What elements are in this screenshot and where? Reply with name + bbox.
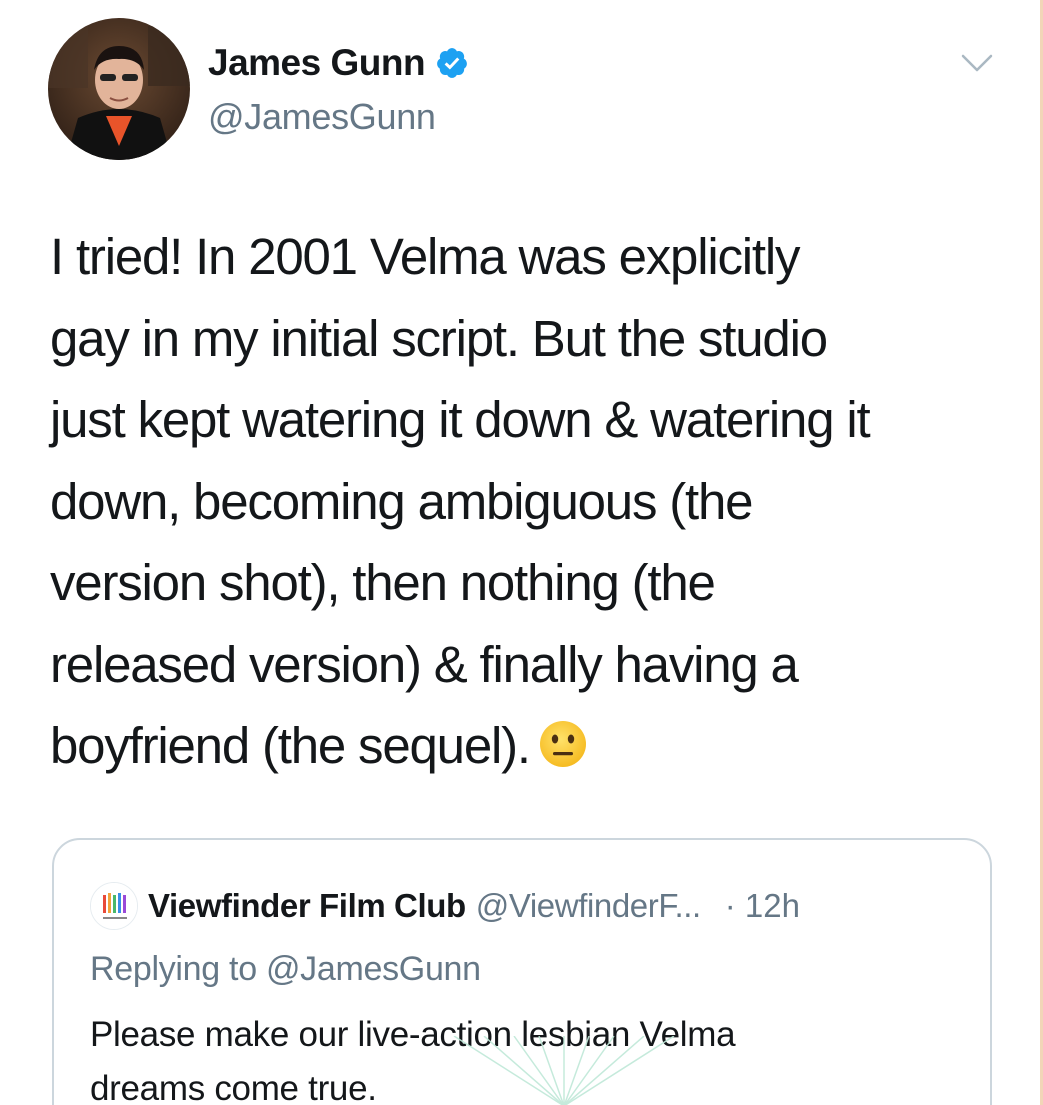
quoted-tweet-header: Viewfinder Film Club @ViewfinderF... · 1… xyxy=(90,882,800,930)
replying-to-label: Replying to @JamesGunn xyxy=(90,950,481,988)
verified-badge-icon xyxy=(435,46,469,80)
quoted-timestamp[interactable]: · 12h xyxy=(725,887,800,925)
tweet-text: I tried! In 2001 Velma was explicitly ga… xyxy=(50,216,1035,787)
author-name-row: James Gunn xyxy=(208,42,469,84)
quoted-display-name[interactable]: Viewfinder Film Club xyxy=(148,887,466,925)
neutral-face-emoji-icon xyxy=(538,711,588,767)
tweet-card: James Gunn @JamesGunn I tried! In 2001 V… xyxy=(0,0,1040,1105)
author-handle[interactable]: @JamesGunn xyxy=(208,96,436,138)
quoted-handle[interactable]: @ViewfinderF... xyxy=(476,887,701,925)
chevron-down-icon[interactable] xyxy=(960,52,994,74)
avatar-photo xyxy=(48,18,190,160)
author-avatar[interactable] xyxy=(48,18,190,160)
quoted-media-rays xyxy=(414,1035,714,1105)
quoted-tweet[interactable]: Viewfinder Film Club @ViewfinderF... · 1… xyxy=(52,838,992,1105)
viewfinder-logo-icon[interactable] xyxy=(90,882,138,930)
author-display-name[interactable]: James Gunn xyxy=(208,42,426,84)
tweet-text-content: I tried! In 2001 Velma was explicitly ga… xyxy=(50,228,871,774)
